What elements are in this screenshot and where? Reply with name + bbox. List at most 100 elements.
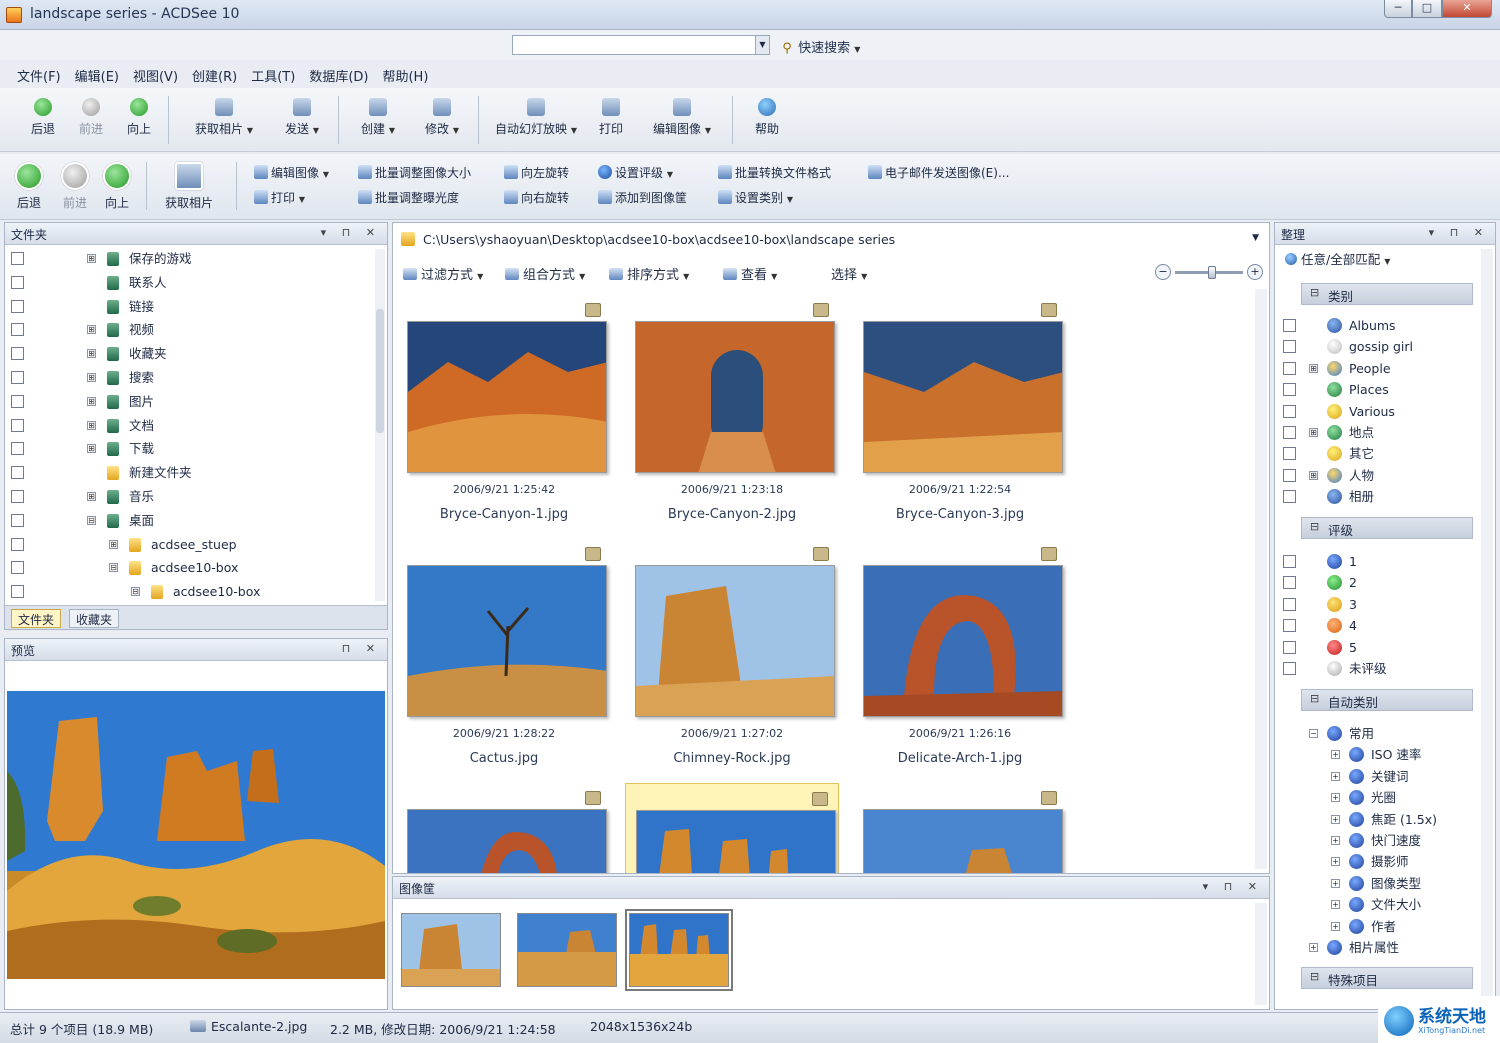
rating-item[interactable]: 5 xyxy=(1281,637,1481,658)
filter-button[interactable]: 过滤方式 ▼ xyxy=(403,264,483,283)
expand-toggle[interactable]: ⊟ xyxy=(109,563,118,573)
zoom-slider-knob[interactable] xyxy=(1208,266,1216,279)
close-button[interactable]: ✕ xyxy=(1442,0,1492,18)
rating-checkbox[interactable] xyxy=(1283,555,1296,568)
category-item[interactable]: ⊞ People xyxy=(1281,358,1481,379)
folder-tree-item[interactable]: ⊞ acdsee_stuep xyxy=(5,533,373,557)
expand-toggle[interactable]: ⊟ xyxy=(87,515,96,525)
folder-checkbox[interactable] xyxy=(11,513,24,527)
help-button[interactable]: 帮助 xyxy=(742,98,792,137)
zoom-out-button[interactable]: − xyxy=(1155,264,1171,280)
folder-checkbox[interactable] xyxy=(11,347,24,361)
batch-exposure-button[interactable]: 批量调整曝光度 xyxy=(358,189,459,206)
folder-tree-item[interactable]: ⊟ acdsee10-box xyxy=(5,556,373,580)
rating-checkbox[interactable] xyxy=(1283,640,1296,654)
quick-search-button[interactable]: ⚲ 快速搜索 ▼ xyxy=(780,37,860,56)
category-item[interactable]: 其它 xyxy=(1281,443,1481,464)
scrollbar-thumb[interactable] xyxy=(376,309,384,433)
auto-category-item[interactable]: + 文件大小 xyxy=(1281,894,1481,915)
rotate-left-button[interactable]: 向左旋转 xyxy=(504,164,569,181)
batch-resize-button[interactable]: 批量调整图像大小 xyxy=(358,164,471,181)
rating-item[interactable]: 4 xyxy=(1281,615,1481,636)
expand-toggle[interactable]: ⊟ xyxy=(131,587,140,597)
panel-controls[interactable]: ▾ ⊓ ✕ xyxy=(321,226,381,239)
auto-category-item[interactable]: + ISO 速率 xyxy=(1281,744,1481,765)
rating-item[interactable]: 2 xyxy=(1281,572,1481,593)
search-history-dropdown[interactable]: ▼ xyxy=(756,35,770,55)
expand-toggle[interactable]: ⊞ xyxy=(87,396,96,406)
set-rating-button[interactable]: 设置评级 ▼ xyxy=(598,164,673,181)
file-thumbnail[interactable]: 2006/9/21 1:25:42 Bryce-Canyon-1.jpg xyxy=(397,295,611,527)
expand-toggle[interactable]: + xyxy=(1331,750,1340,760)
category-checkbox[interactable] xyxy=(1283,468,1296,482)
quick-search-input[interactable] xyxy=(512,35,756,55)
category-checkbox[interactable] xyxy=(1283,319,1296,332)
expand-toggle[interactable]: ⊞ xyxy=(87,491,96,501)
file-thumbnail[interactable]: 2006/9/21 1:27:02 Chimney-Rock.jpg xyxy=(625,539,839,771)
folder-tree-item[interactable]: ⊞ 文档 xyxy=(5,414,373,438)
folder-checkbox[interactable] xyxy=(11,323,24,337)
menu-file[interactable]: 文件(F) xyxy=(10,64,68,86)
forward-button-large[interactable]: 前进 xyxy=(56,162,94,211)
folder-tree-item[interactable]: ⊞ 图片 xyxy=(5,390,373,414)
folder-tree-item[interactable]: 联系人 xyxy=(5,271,373,295)
folder-checkbox[interactable] xyxy=(11,561,24,575)
sort-button[interactable]: 排序方式 ▼ xyxy=(609,264,689,283)
create-button[interactable]: 创建 ▼ xyxy=(350,98,406,137)
expand-toggle[interactable]: + xyxy=(1331,836,1340,845)
folder-tree-item[interactable]: 链接 xyxy=(5,295,373,319)
folder-checkbox[interactable] xyxy=(11,537,24,551)
folder-checkbox[interactable] xyxy=(11,585,24,599)
category-item[interactable]: ⊞ 地点 xyxy=(1281,422,1481,443)
menu-database[interactable]: 数据库(D) xyxy=(302,64,375,86)
folder-tree-item[interactable]: ⊟ 桌面 xyxy=(5,509,373,533)
folder-tree-item[interactable]: ⊟ acdsee10-box xyxy=(5,580,373,604)
batch-convert-button[interactable]: 批量转换文件格式 xyxy=(718,164,831,181)
expand-toggle[interactable]: + xyxy=(1331,771,1340,781)
folder-checkbox[interactable] xyxy=(11,275,24,289)
forward-button[interactable]: 前进 xyxy=(74,98,108,137)
expand-toggle[interactable]: ⊞ xyxy=(109,539,118,549)
category-checkbox[interactable] xyxy=(1283,490,1296,504)
menu-create[interactable]: 创建(R) xyxy=(185,64,244,86)
up-button[interactable]: 向上 xyxy=(122,98,156,137)
send-button[interactable]: 发送 ▼ xyxy=(274,98,330,137)
acquire-photos-button-large[interactable]: 获取相片 xyxy=(154,162,224,211)
edit-image-button-small[interactable]: 编辑图像 ▼ xyxy=(254,164,329,181)
rating-item[interactable]: 3 xyxy=(1281,594,1481,615)
basket-thumbnail-selected[interactable] xyxy=(625,909,733,991)
category-item[interactable]: Various xyxy=(1281,401,1481,422)
basket-thumbnail[interactable] xyxy=(401,913,501,987)
expand-toggle[interactable]: − xyxy=(1309,729,1318,738)
auto-category-item[interactable]: + 图像类型 xyxy=(1281,873,1481,894)
rating-item[interactable]: 1 xyxy=(1281,551,1481,572)
folder-path[interactable]: C:\Users\yshaoyuan\Desktop\acdsee10-box\… xyxy=(423,232,895,247)
auto-category-item[interactable]: + 摄影师 xyxy=(1281,851,1481,872)
path-history-dropdown[interactable]: ▼ xyxy=(1252,233,1259,243)
match-mode-dropdown[interactable]: 任意/全部匹配 ▼ xyxy=(1285,249,1390,268)
category-checkbox[interactable] xyxy=(1283,447,1296,461)
folder-tree-item[interactable]: ⊞ 搜索 xyxy=(5,366,373,390)
auto-category-item[interactable]: + 关键词 xyxy=(1281,766,1481,787)
expand-toggle[interactable]: ⊞ xyxy=(1309,363,1318,373)
category-item[interactable]: Places xyxy=(1281,379,1481,400)
basket-thumbnail[interactable] xyxy=(517,913,617,987)
folder-tree-item[interactable]: ⊞ 收藏夹 xyxy=(5,342,373,366)
folder-tree-item[interactable]: 新建文件夹 xyxy=(5,461,373,485)
category-checkbox[interactable] xyxy=(1283,340,1296,354)
zoom-track[interactable] xyxy=(1175,266,1243,279)
folder-checkbox[interactable] xyxy=(11,299,24,313)
auto-category-item[interactable]: + 作者 xyxy=(1281,916,1481,937)
expand-toggle[interactable]: ⊞ xyxy=(1309,470,1318,480)
zoom-in-button[interactable]: + xyxy=(1247,264,1263,280)
auto-category-parent[interactable]: + 相片属性 xyxy=(1281,937,1481,958)
rating-checkbox[interactable] xyxy=(1283,619,1296,633)
minimize-button[interactable]: ─ xyxy=(1384,0,1412,18)
category-checkbox[interactable] xyxy=(1283,383,1296,397)
slideshow-button[interactable]: 自动幻灯放映 ▼ xyxy=(488,98,584,137)
file-thumbnail-selected[interactable] xyxy=(625,783,839,873)
rating-checkbox[interactable] xyxy=(1283,576,1296,590)
folder-checkbox[interactable] xyxy=(11,442,24,456)
folder-checkbox[interactable] xyxy=(11,418,24,432)
view-mode-button[interactable]: 查看 ▼ xyxy=(723,264,777,283)
